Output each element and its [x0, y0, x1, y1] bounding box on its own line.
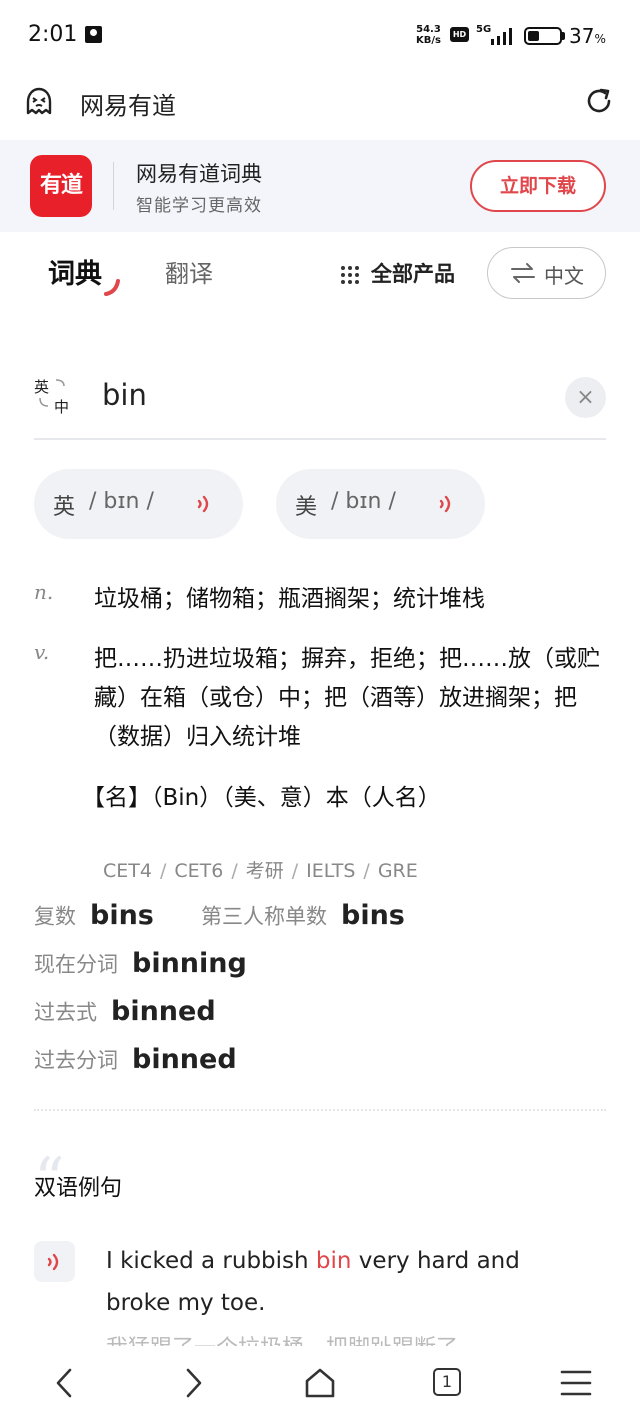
- example-translation: 我猛踢了一个垃圾桶，把脚趾踢断了。: [106, 1334, 606, 1346]
- battery-percent: 37%: [569, 24, 606, 48]
- app-banner: 有道 网易有道词典 智能学习更高效 立即下载: [0, 140, 640, 232]
- word-form-present-participle: 现在分词 binning: [34, 948, 247, 996]
- toggle-arc-icon: [55, 379, 65, 387]
- example-text-part: I kicked a rubbish: [106, 1248, 316, 1274]
- swap-icon: [511, 263, 535, 283]
- part-of-speech: n.: [34, 580, 54, 604]
- name-definition: 【名】（Bin）（美、意）本（人名）: [82, 785, 441, 811]
- network-speed-unit: KB/s: [416, 35, 441, 46]
- youdao-logo: 有道: [30, 155, 92, 217]
- browser-title: 网易有道: [80, 92, 176, 120]
- example-keyword: bin: [315, 1248, 352, 1274]
- definition-text: 垃圾桶；储物箱；瓶酒搁架；统计堆栈: [94, 586, 485, 612]
- word-form-value[interactable]: binned: [132, 1044, 237, 1075]
- level-tag: GRE: [377, 860, 418, 882]
- forward-icon[interactable]: [176, 1366, 210, 1400]
- example-sentence: I kicked a rubbish bin very hard and bro…: [106, 1240, 576, 1324]
- us-ipa: / bɪn /: [331, 489, 396, 514]
- uk-label: 英: [53, 495, 76, 520]
- language-direction-toggle[interactable]: 英 中: [34, 376, 74, 416]
- word-form-past-participle: 过去分词 binned: [34, 1044, 237, 1092]
- menu-icon[interactable]: [559, 1366, 593, 1400]
- level-separator: /: [231, 860, 238, 882]
- browser-bar: 网易有道: [0, 72, 640, 140]
- banner-subtitle: 智能学习更高效: [136, 196, 262, 216]
- person-icon: [85, 26, 102, 43]
- uk-ipa: / bɪn /: [89, 489, 154, 514]
- battery-percent-value: 37: [569, 24, 595, 48]
- banner-divider: [113, 162, 114, 210]
- all-products-link[interactable]: 全部产品: [371, 258, 455, 288]
- word-form-value[interactable]: bins: [341, 900, 405, 931]
- home-icon[interactable]: [303, 1366, 337, 1400]
- search-bar: 英 中 bin ×: [34, 360, 606, 440]
- network-type: 5G: [476, 24, 492, 35]
- banner-title: 网易有道词典: [136, 162, 262, 186]
- status-time: 2:01: [28, 22, 78, 47]
- signal-icon: [491, 28, 512, 45]
- word-form-plural: 复数 bins: [34, 900, 154, 948]
- ghost-icon[interactable]: [24, 86, 54, 116]
- network-speed-value: 54.3: [416, 24, 441, 35]
- word-form-label: 第三人称单数: [201, 904, 327, 929]
- reload-icon[interactable]: [584, 86, 614, 116]
- clear-icon[interactable]: ×: [565, 377, 606, 418]
- level-separator: /: [363, 860, 370, 882]
- level-tag: CET4: [103, 860, 152, 882]
- level-tag: IELTS: [306, 860, 356, 882]
- level-separator: /: [291, 860, 299, 882]
- level-tag: 考研: [245, 860, 284, 882]
- battery-tip: [562, 32, 565, 40]
- tabs-icon[interactable]: 1: [433, 1368, 461, 1396]
- search-input[interactable]: bin: [102, 378, 147, 412]
- battery-fill: [528, 31, 539, 41]
- part-of-speech: v.: [34, 640, 50, 664]
- speaker-icon: [197, 495, 209, 513]
- grid-icon[interactable]: [340, 265, 360, 285]
- us-label: 美: [295, 495, 318, 520]
- download-button[interactable]: 立即下载: [470, 160, 606, 212]
- examples-section-title: 双语例句: [34, 1176, 123, 1201]
- word-form-label: 复数: [34, 904, 76, 929]
- level-separator: /: [159, 860, 167, 882]
- bottom-navigation: 1: [0, 1346, 640, 1422]
- speaker-icon: [439, 495, 451, 513]
- level-tag: CET6: [174, 860, 224, 882]
- toggle-arc-icon-2: [39, 397, 49, 407]
- uk-pronunciation-button[interactable]: 英 / bɪn /: [34, 469, 243, 539]
- lang-target: 中: [54, 398, 70, 416]
- word-form-label: 过去分词: [34, 1048, 118, 1073]
- tab-bar: 词典 翻译 全部产品 中文: [0, 232, 640, 312]
- hd-badge: HD: [450, 27, 469, 42]
- word-form-label: 现在分词: [34, 952, 118, 977]
- word-form-past-tense: 过去式 binned: [34, 996, 216, 1044]
- section-divider: [34, 1109, 606, 1111]
- word-form-label: 过去式: [34, 1000, 97, 1025]
- status-bar: 2:01 54.3 KB/s HD 5G 37%: [0, 0, 640, 72]
- word-form-value[interactable]: binned: [111, 996, 216, 1027]
- us-pronunciation-button[interactable]: 美 / bɪn /: [276, 469, 485, 539]
- active-tab-indicator: [104, 279, 120, 296]
- network-speed: 54.3 KB/s: [416, 24, 441, 46]
- word-form-value[interactable]: binning: [132, 948, 247, 979]
- battery-percent-unit: %: [594, 32, 606, 46]
- word-form-third-person: 第三人称单数 bins: [201, 900, 405, 948]
- back-icon[interactable]: [48, 1366, 82, 1400]
- exam-levels: CET4 / CET6 / 考研 / IELTS / GRE: [103, 856, 418, 883]
- lang-source: 英: [34, 378, 50, 396]
- battery-icon: [524, 27, 562, 45]
- word-form-value[interactable]: bins: [90, 900, 154, 931]
- example-speaker-button[interactable]: [34, 1241, 75, 1282]
- language-switch-button[interactable]: 中文: [487, 247, 606, 299]
- definition-text: 把……扔进垃圾箱；摒弃，拒绝；把……放（或贮藏）在箱（或仓）中；把（酒等）放进搁…: [94, 646, 600, 750]
- tab-dictionary[interactable]: 词典: [48, 252, 102, 291]
- tab-translate[interactable]: 翻译: [165, 254, 213, 289]
- language-label: 中文: [544, 264, 584, 288]
- speaker-icon: [47, 1253, 59, 1271]
